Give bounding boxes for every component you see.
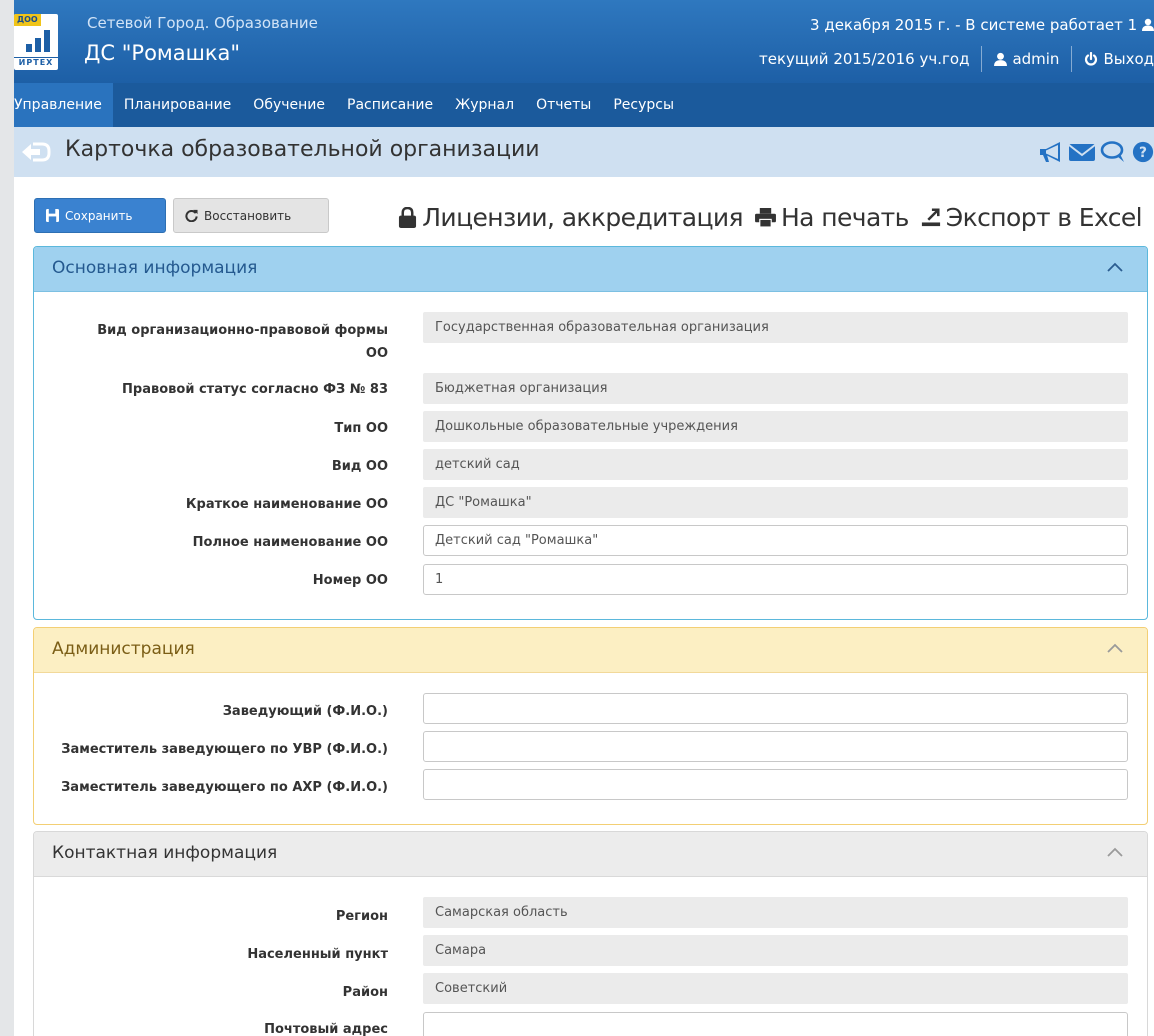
field-label: Заведующий (Ф.И.О.) — [222, 704, 388, 719]
field-label: Заместитель заведующего по АХР (Ф.И.О.) — [61, 780, 388, 795]
back-icon[interactable] — [20, 140, 54, 164]
restore-button[interactable]: Восстановить — [173, 198, 329, 233]
date-status: 3 декабря 2015 г. - В системе работает 1 — [810, 16, 1154, 34]
locality-value: Самара — [423, 935, 1128, 966]
org-number-input[interactable]: 1 — [423, 564, 1128, 595]
main-info-panel: Основная информация Вид организационно-п… — [33, 246, 1148, 620]
app-name: Сетевой Город. Образование — [87, 14, 318, 32]
logo-tag: ДОО — [14, 14, 41, 26]
field-label: Почтовый адрес — [264, 1022, 388, 1036]
main-info-header[interactable]: Основная информация — [34, 247, 1147, 292]
export-link[interactable]: Экспорт в Excel — [921, 202, 1143, 232]
logout-label: Выход — [1103, 50, 1154, 68]
panel-title: Основная информация — [52, 258, 258, 278]
app-header: ДОО ИРТЕХ Сетевой Город. Образование ДС … — [14, 0, 1154, 83]
export-icon — [921, 208, 940, 227]
date-status-text: 3 декабря 2015 г. - В системе работает 1 — [810, 16, 1138, 34]
field-label: Краткое наименование ОО — [185, 497, 388, 512]
save-icon — [46, 209, 59, 222]
deputy-uvr-input[interactable] — [423, 731, 1128, 762]
nav-item-education[interactable]: Обучение — [242, 83, 336, 127]
online-users-icon[interactable] — [1142, 18, 1154, 31]
field-label: Правовой статус согласно ФЗ № 83 — [122, 382, 388, 397]
licenses-link[interactable]: Лицензии, аккредитация — [398, 202, 744, 232]
app-frame: ДОО ИРТЕХ Сетевой Город. Образование ДС … — [14, 0, 1154, 1036]
mail-icon[interactable] — [1068, 140, 1096, 164]
user-bar: текущий 2015/2016 уч.год admin Выход — [759, 46, 1154, 72]
administration-header[interactable]: Администрация — [34, 628, 1147, 673]
divider — [1071, 46, 1073, 72]
print-link[interactable]: На печать — [755, 203, 909, 232]
logout-link[interactable]: Выход — [1084, 50, 1154, 68]
chevron-up-icon[interactable] — [1107, 847, 1123, 857]
field-label: Вид организационно-правовой формы ОО — [48, 319, 388, 365]
full-name-input[interactable]: Детский сад "Ромашка" — [423, 525, 1128, 556]
field-label-line-1: Вид организационно-правовой формы — [97, 323, 388, 338]
org-name: ДС "Ромашка" — [84, 41, 241, 65]
panel-title: Администрация — [52, 639, 195, 659]
megaphone-icon[interactable] — [1038, 140, 1064, 164]
window-left-edge — [0, 0, 14, 1036]
chevron-up-icon[interactable] — [1107, 262, 1123, 272]
export-label: Экспорт в Excel — [945, 202, 1143, 232]
licenses-label: Лицензии, аккредитация — [422, 202, 743, 232]
legal-form-value: Государственная образовательная организа… — [423, 312, 1128, 343]
field-label: Населенный пункт — [247, 947, 388, 962]
district-value: Советский — [423, 973, 1128, 1004]
region-value: Самарская область — [423, 897, 1128, 928]
school-year[interactable]: текущий 2015/2016 уч.год — [759, 50, 969, 68]
field-label: Номер ОО — [312, 573, 388, 588]
field-label: Заместитель заведующего по УВР (Ф.И.О.) — [61, 742, 388, 757]
field-label: Вид ОО — [331, 459, 388, 474]
chat-icon[interactable] — [1100, 140, 1128, 164]
page-title: Карточка образовательной организации — [65, 137, 540, 162]
field-label-line-2: ОО — [365, 346, 388, 361]
lock-icon — [399, 206, 417, 228]
refresh-icon — [185, 209, 198, 222]
chevron-up-icon[interactable] — [1107, 643, 1123, 653]
org-type-value: Дошкольные образовательные учреждения — [423, 411, 1128, 442]
legal-status-value: Бюджетная организация — [423, 373, 1128, 404]
field-label: Район — [342, 985, 388, 1000]
logo-chart-icon — [26, 30, 50, 52]
nav-item-management[interactable]: Управление — [14, 83, 113, 127]
save-label: Сохранить — [65, 208, 133, 223]
divider — [981, 46, 983, 72]
nav-item-resources[interactable]: Ресурсы — [602, 83, 685, 127]
user-link[interactable]: admin — [994, 50, 1059, 68]
head-name-input[interactable] — [423, 693, 1128, 724]
nav-item-schedule[interactable]: Расписание — [336, 83, 444, 127]
logo-text: ИРТЕХ — [14, 57, 58, 67]
contact-panel: Контактная информация Регион Самарская о… — [33, 831, 1148, 1036]
nav-item-journal[interactable]: Журнал — [444, 83, 525, 127]
print-label: На печать — [780, 202, 909, 232]
user-icon — [994, 52, 1008, 66]
panel-title: Контактная информация — [52, 843, 278, 863]
contact-header[interactable]: Контактная информация — [34, 832, 1147, 877]
deputy-ahr-input[interactable] — [423, 769, 1128, 800]
actions-bar: Лицензии, аккредитация На печать Экспорт… — [386, 198, 1143, 236]
main-nav: Управление Планирование Обучение Расписа… — [14, 83, 1154, 127]
short-name-value: ДС "Ромашка" — [423, 487, 1128, 518]
print-icon — [755, 207, 776, 227]
save-button[interactable]: Сохранить — [34, 198, 166, 233]
administration-panel: Администрация Заведующий (Ф.И.О.) Замест… — [33, 627, 1148, 825]
field-label: Регион — [335, 909, 388, 924]
svg-text:?: ? — [1139, 145, 1147, 161]
org-kind-value: детский сад — [423, 449, 1128, 480]
restore-label: Восстановить — [204, 208, 292, 223]
field-label: Полное наименование ОО — [192, 535, 388, 550]
postal-address-input[interactable] — [423, 1012, 1128, 1036]
nav-item-planning[interactable]: Планирование — [113, 83, 242, 127]
help-icon[interactable]: ? — [1132, 140, 1154, 164]
nav-item-reports[interactable]: Отчеты — [525, 83, 602, 127]
page-title-bar: Карточка образовательной организации ? — [14, 127, 1154, 177]
power-icon — [1085, 52, 1098, 66]
title-icons: ? — [1038, 140, 1154, 164]
field-label: Тип ОО — [334, 421, 388, 436]
app-logo[interactable]: ДОО ИРТЕХ — [14, 14, 58, 70]
user-name: admin — [1012, 50, 1060, 68]
